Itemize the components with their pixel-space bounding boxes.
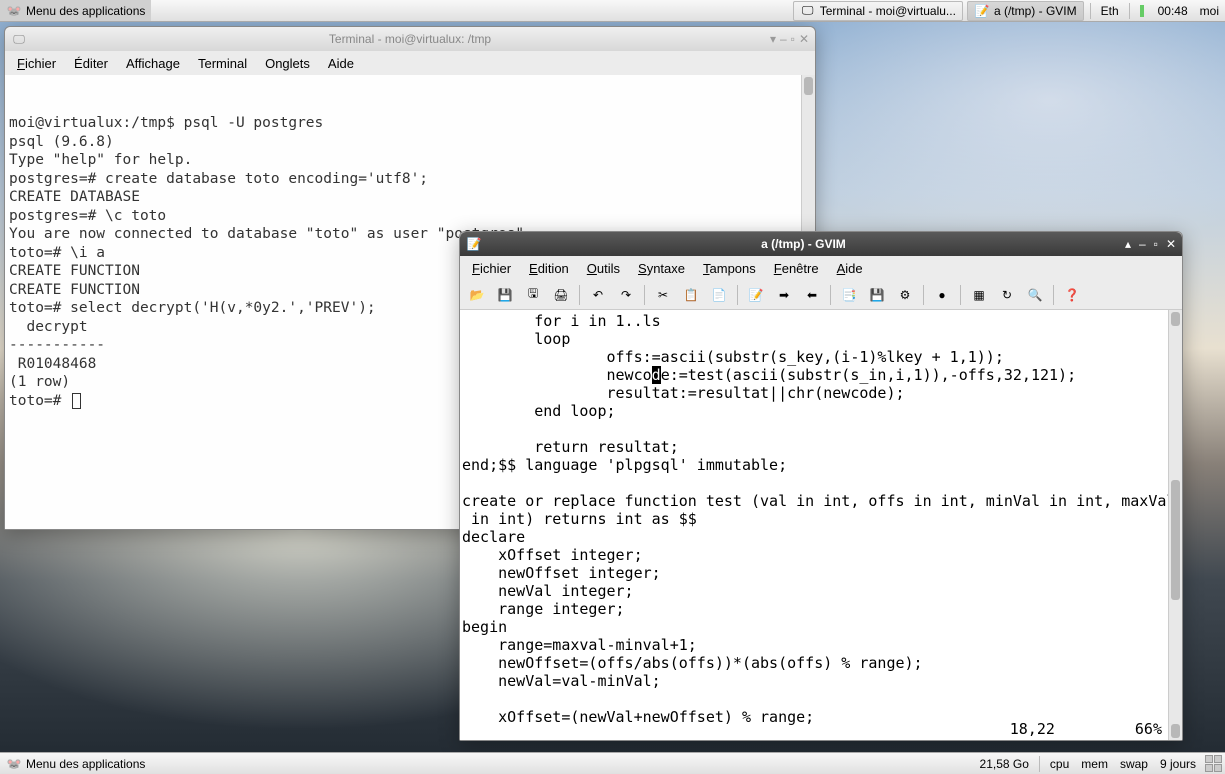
terminal-title: Terminal - moi@virtualux: /tmp: [329, 32, 491, 46]
disk-label: 21,58 Go: [980, 757, 1029, 771]
cursor-position: 18,22: [1010, 720, 1055, 738]
terminal-icon: 🖵: [800, 3, 816, 19]
scroll-button-up[interactable]: [804, 77, 813, 95]
scroll-button-up[interactable]: [1171, 312, 1180, 326]
minimize-icon[interactable]: –: [780, 32, 787, 46]
close-icon[interactable]: ✕: [799, 32, 809, 46]
table-icon[interactable]: ▦: [966, 282, 992, 308]
redo-icon[interactable]: ↷: [613, 282, 639, 308]
help-icon[interactable]: ❓: [1059, 282, 1085, 308]
cut-icon[interactable]: ✂: [650, 282, 676, 308]
menu-editer[interactable]: Éditer: [66, 54, 116, 73]
gvim-editor[interactable]: for i in 1..ls loop offs:=ascii(substr(s…: [460, 310, 1182, 740]
mouse-icon: 🐭: [6, 756, 22, 772]
arrow-right-icon[interactable]: ➡: [771, 282, 797, 308]
gvim-icon: 📝: [974, 3, 990, 19]
ball-icon[interactable]: ●: [929, 282, 955, 308]
scroll-button-down[interactable]: [1171, 724, 1180, 738]
gvim-window: 📝 a (/tmp) - GVIM ▴ – ▫ ✕ FichierEdition…: [459, 231, 1183, 741]
menu-tampons[interactable]: Tampons: [695, 259, 764, 278]
mem-label: mem: [1081, 757, 1108, 771]
menu-edition[interactable]: Edition: [521, 259, 577, 278]
menu-fenêtre[interactable]: Fenêtre: [766, 259, 827, 278]
menu-aide[interactable]: Aide: [320, 54, 362, 73]
savedisk-icon[interactable]: 💾: [864, 282, 890, 308]
menu-syntaxe[interactable]: Syntaxe: [630, 259, 693, 278]
swap-label: swap: [1120, 757, 1148, 771]
user-menu[interactable]: moi: [1194, 0, 1225, 21]
minimize-icon[interactable]: –: [1139, 237, 1146, 251]
cpu-label: cpu: [1050, 757, 1069, 771]
copy2-icon[interactable]: 📑: [836, 282, 862, 308]
rollup-icon[interactable]: ▴: [1125, 237, 1131, 251]
task-label: Terminal - moi@virtualu...: [820, 4, 956, 18]
refresh-icon[interactable]: ↻: [994, 282, 1020, 308]
gvim-toolbar: 📂💾🖫🖨↶↷✂📋📄📝➡⬅📑💾⚙●▦↻🔍❓: [460, 280, 1182, 310]
taskbar-task-terminal[interactable]: 🖵 Terminal - moi@virtualu...: [793, 1, 963, 21]
app-menu-label: Menu des applications: [26, 757, 145, 771]
undo-icon[interactable]: ↶: [585, 282, 611, 308]
open-icon[interactable]: 📂: [464, 282, 490, 308]
scroll-thumb[interactable]: [1171, 480, 1180, 600]
window-buttons: ▴ – ▫ ✕: [1125, 237, 1176, 251]
gvim-icon: 📝: [466, 236, 482, 252]
terminal-titlebar[interactable]: 🖵 Terminal - moi@virtualux: /tmp ▾ – ▫ ✕: [5, 27, 815, 51]
print-icon[interactable]: 🖨: [548, 282, 574, 308]
close-icon[interactable]: ✕: [1166, 237, 1176, 251]
menu-affichage[interactable]: Affichage: [118, 54, 188, 73]
paste-icon[interactable]: 📄: [706, 282, 732, 308]
app-menu-button-bottom[interactable]: 🐭 Menu des applications: [0, 753, 151, 774]
gvim-scrollbar[interactable]: [1168, 310, 1182, 740]
menu-fichier[interactable]: Fichier: [9, 54, 64, 73]
terminal-menubar: Fichier Éditer Affichage Terminal Onglet…: [5, 51, 815, 75]
panel-bottom: 🐭 Menu des applications 21,58 Go cpu mem…: [0, 752, 1225, 774]
menu-fichier[interactable]: Fichier: [464, 259, 519, 278]
paste2-icon[interactable]: 📝: [743, 282, 769, 308]
workspace-switcher[interactable]: [1205, 755, 1222, 772]
gvim-titlebar[interactable]: 📝 a (/tmp) - GVIM ▴ – ▫ ✕: [460, 232, 1182, 256]
mem-indicator[interactable]: mem: [1075, 753, 1114, 774]
gvim-menubar: FichierEditionOutilsSyntaxeTamponsFenêtr…: [460, 256, 1182, 280]
gvim-status: 18,22 66%: [1010, 720, 1162, 738]
menu-outils[interactable]: Outils: [579, 259, 628, 278]
user-label: moi: [1200, 4, 1219, 18]
task-label: a (/tmp) - GVIM: [994, 4, 1077, 18]
tray-indicator[interactable]: [1134, 0, 1152, 21]
window-buttons: ▾ – ▫ ✕: [770, 32, 809, 46]
rollup-icon[interactable]: ▾: [770, 32, 776, 46]
network-label: Eth: [1101, 4, 1119, 18]
disk-indicator[interactable]: 21,58 Go: [974, 753, 1035, 774]
find-icon[interactable]: 🔍: [1022, 282, 1048, 308]
gvim-title: a (/tmp) - GVIM: [488, 237, 1119, 251]
scroll-percent: 66%: [1135, 720, 1162, 738]
uptime-indicator[interactable]: 9 jours: [1154, 753, 1202, 774]
arrow-left-icon[interactable]: ⬅: [799, 282, 825, 308]
app-menu-label: Menu des applications: [26, 4, 145, 18]
panel-top: 🐭 Menu des applications 🖵 Terminal - moi…: [0, 0, 1225, 22]
cpu-indicator[interactable]: cpu: [1044, 753, 1075, 774]
maximize-icon[interactable]: ▫: [1154, 237, 1158, 251]
network-indicator[interactable]: Eth: [1095, 0, 1125, 21]
menu-terminal[interactable]: Terminal: [190, 54, 255, 73]
mouse-icon: 🐭: [6, 3, 22, 19]
app-menu-button[interactable]: 🐭 Menu des applications: [0, 0, 151, 21]
terminal-icon: 🖵: [11, 31, 27, 47]
gears-icon[interactable]: ⚙: [892, 282, 918, 308]
menu-onglets[interactable]: Onglets: [257, 54, 318, 73]
clock[interactable]: 00:48: [1152, 0, 1194, 21]
swap-indicator[interactable]: swap: [1114, 753, 1154, 774]
menu-aide[interactable]: Aide: [829, 259, 871, 278]
maximize-icon[interactable]: ▫: [791, 32, 795, 46]
taskbar-task-gvim[interactable]: 📝 a (/tmp) - GVIM: [967, 1, 1084, 21]
uptime-label: 9 jours: [1160, 757, 1196, 771]
save-icon[interactable]: 💾: [492, 282, 518, 308]
clock-label: 00:48: [1158, 4, 1188, 18]
saveall-icon[interactable]: 🖫: [520, 282, 546, 308]
copy-icon[interactable]: 📋: [678, 282, 704, 308]
